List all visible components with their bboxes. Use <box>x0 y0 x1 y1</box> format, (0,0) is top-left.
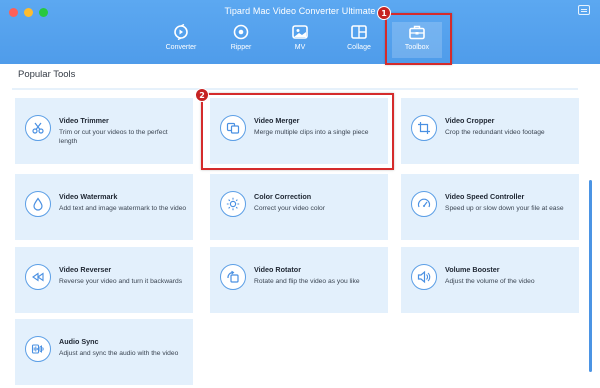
tool-description: Crop the redundant video footage <box>445 129 545 136</box>
rotate-icon <box>220 264 246 290</box>
converter-icon <box>174 24 188 40</box>
tool-name: Video Trimmer <box>59 116 109 125</box>
divider <box>12 88 578 90</box>
tool-name: Volume Booster <box>445 265 500 274</box>
tool-card-video-rotator[interactable]: Video Rotator Rotate and flip the video … <box>210 247 388 313</box>
tool-description: Reverse your video and turn it backwards <box>59 278 183 285</box>
rewind-icon <box>25 264 51 290</box>
scissors-icon <box>25 115 51 141</box>
tool-card-video-trimmer[interactable]: Video Trimmer Trim or cut your videos to… <box>15 98 193 164</box>
droplet-icon <box>25 191 51 217</box>
tool-name: Video Cropper <box>445 116 495 125</box>
tool-name: Audio Sync <box>59 337 99 346</box>
crop-icon <box>411 115 437 141</box>
step-badge-2: 2 <box>195 88 209 102</box>
tool-name: Video Speed Controller <box>445 192 525 201</box>
app-toolbar: Tipard Mac Video Converter Ultimate Conv… <box>0 0 600 64</box>
sun-icon <box>220 191 246 217</box>
video-merger-highlight <box>201 93 394 170</box>
tool-card-video-reverser[interactable]: Video Reverser Reverse your video and tu… <box>15 247 193 313</box>
tool-card-video-speed-controller[interactable]: Video Speed Controller Speed up or slow … <box>401 174 579 240</box>
tab-collage[interactable]: Collage <box>334 22 384 58</box>
tool-description: Adjust the volume of the video <box>445 278 535 285</box>
tool-description: Add text and image watermark to the vide… <box>59 205 187 212</box>
speedometer-icon <box>411 191 437 217</box>
tool-card-video-watermark[interactable]: Video Watermark Add text and image water… <box>15 174 193 240</box>
tool-description: Rotate and flip the video as you like <box>254 278 360 285</box>
tool-description: Adjust and sync the audio with the video <box>59 350 179 357</box>
tool-card-color-correction[interactable]: Color Correction Correct your video colo… <box>210 174 388 240</box>
tool-name: Color Correction <box>254 192 312 201</box>
toolbox-highlight <box>385 13 452 65</box>
section-title: Popular Tools <box>18 69 76 80</box>
tool-name: Video Watermark <box>59 192 118 201</box>
tool-name: Video Reverser <box>59 265 112 274</box>
tool-description: Correct your video color <box>254 205 325 212</box>
audio-sync-icon <box>25 336 51 362</box>
tool-name: Video Rotator <box>254 265 301 274</box>
tab-label: Collage <box>347 44 371 51</box>
window-title: Tipard Mac Video Converter Ultimate <box>224 6 376 16</box>
tool-card-audio-sync[interactable]: Audio Sync Adjust and sync the audio wit… <box>15 319 193 385</box>
scrollbar[interactable] <box>589 180 592 372</box>
tab-mv[interactable]: MV <box>275 22 325 58</box>
speaker-icon <box>411 264 437 290</box>
tab-converter[interactable]: Converter <box>156 22 206 58</box>
tool-card-volume-booster[interactable]: Volume Booster Adjust the volume of the … <box>401 247 579 313</box>
tab-label: Ripper <box>230 44 252 51</box>
ripper-icon <box>233 24 249 40</box>
mv-icon <box>292 25 308 39</box>
menu-icon[interactable] <box>578 5 590 15</box>
step-badge-1: 1 <box>377 6 391 20</box>
tool-description: Speed up or slow down your file at ease <box>445 205 564 212</box>
tab-label: MV <box>294 44 306 51</box>
tool-description: Trim or cut your videos to the perfect l… <box>59 129 168 145</box>
tool-card-video-cropper[interactable]: Video Cropper Crop the redundant video f… <box>401 98 579 164</box>
tab-ripper[interactable]: Ripper <box>216 22 266 58</box>
tab-label: Converter <box>165 44 197 51</box>
main-nav: Converter Ripper MV Collage Toolbox <box>0 22 600 62</box>
collage-icon <box>351 25 367 39</box>
